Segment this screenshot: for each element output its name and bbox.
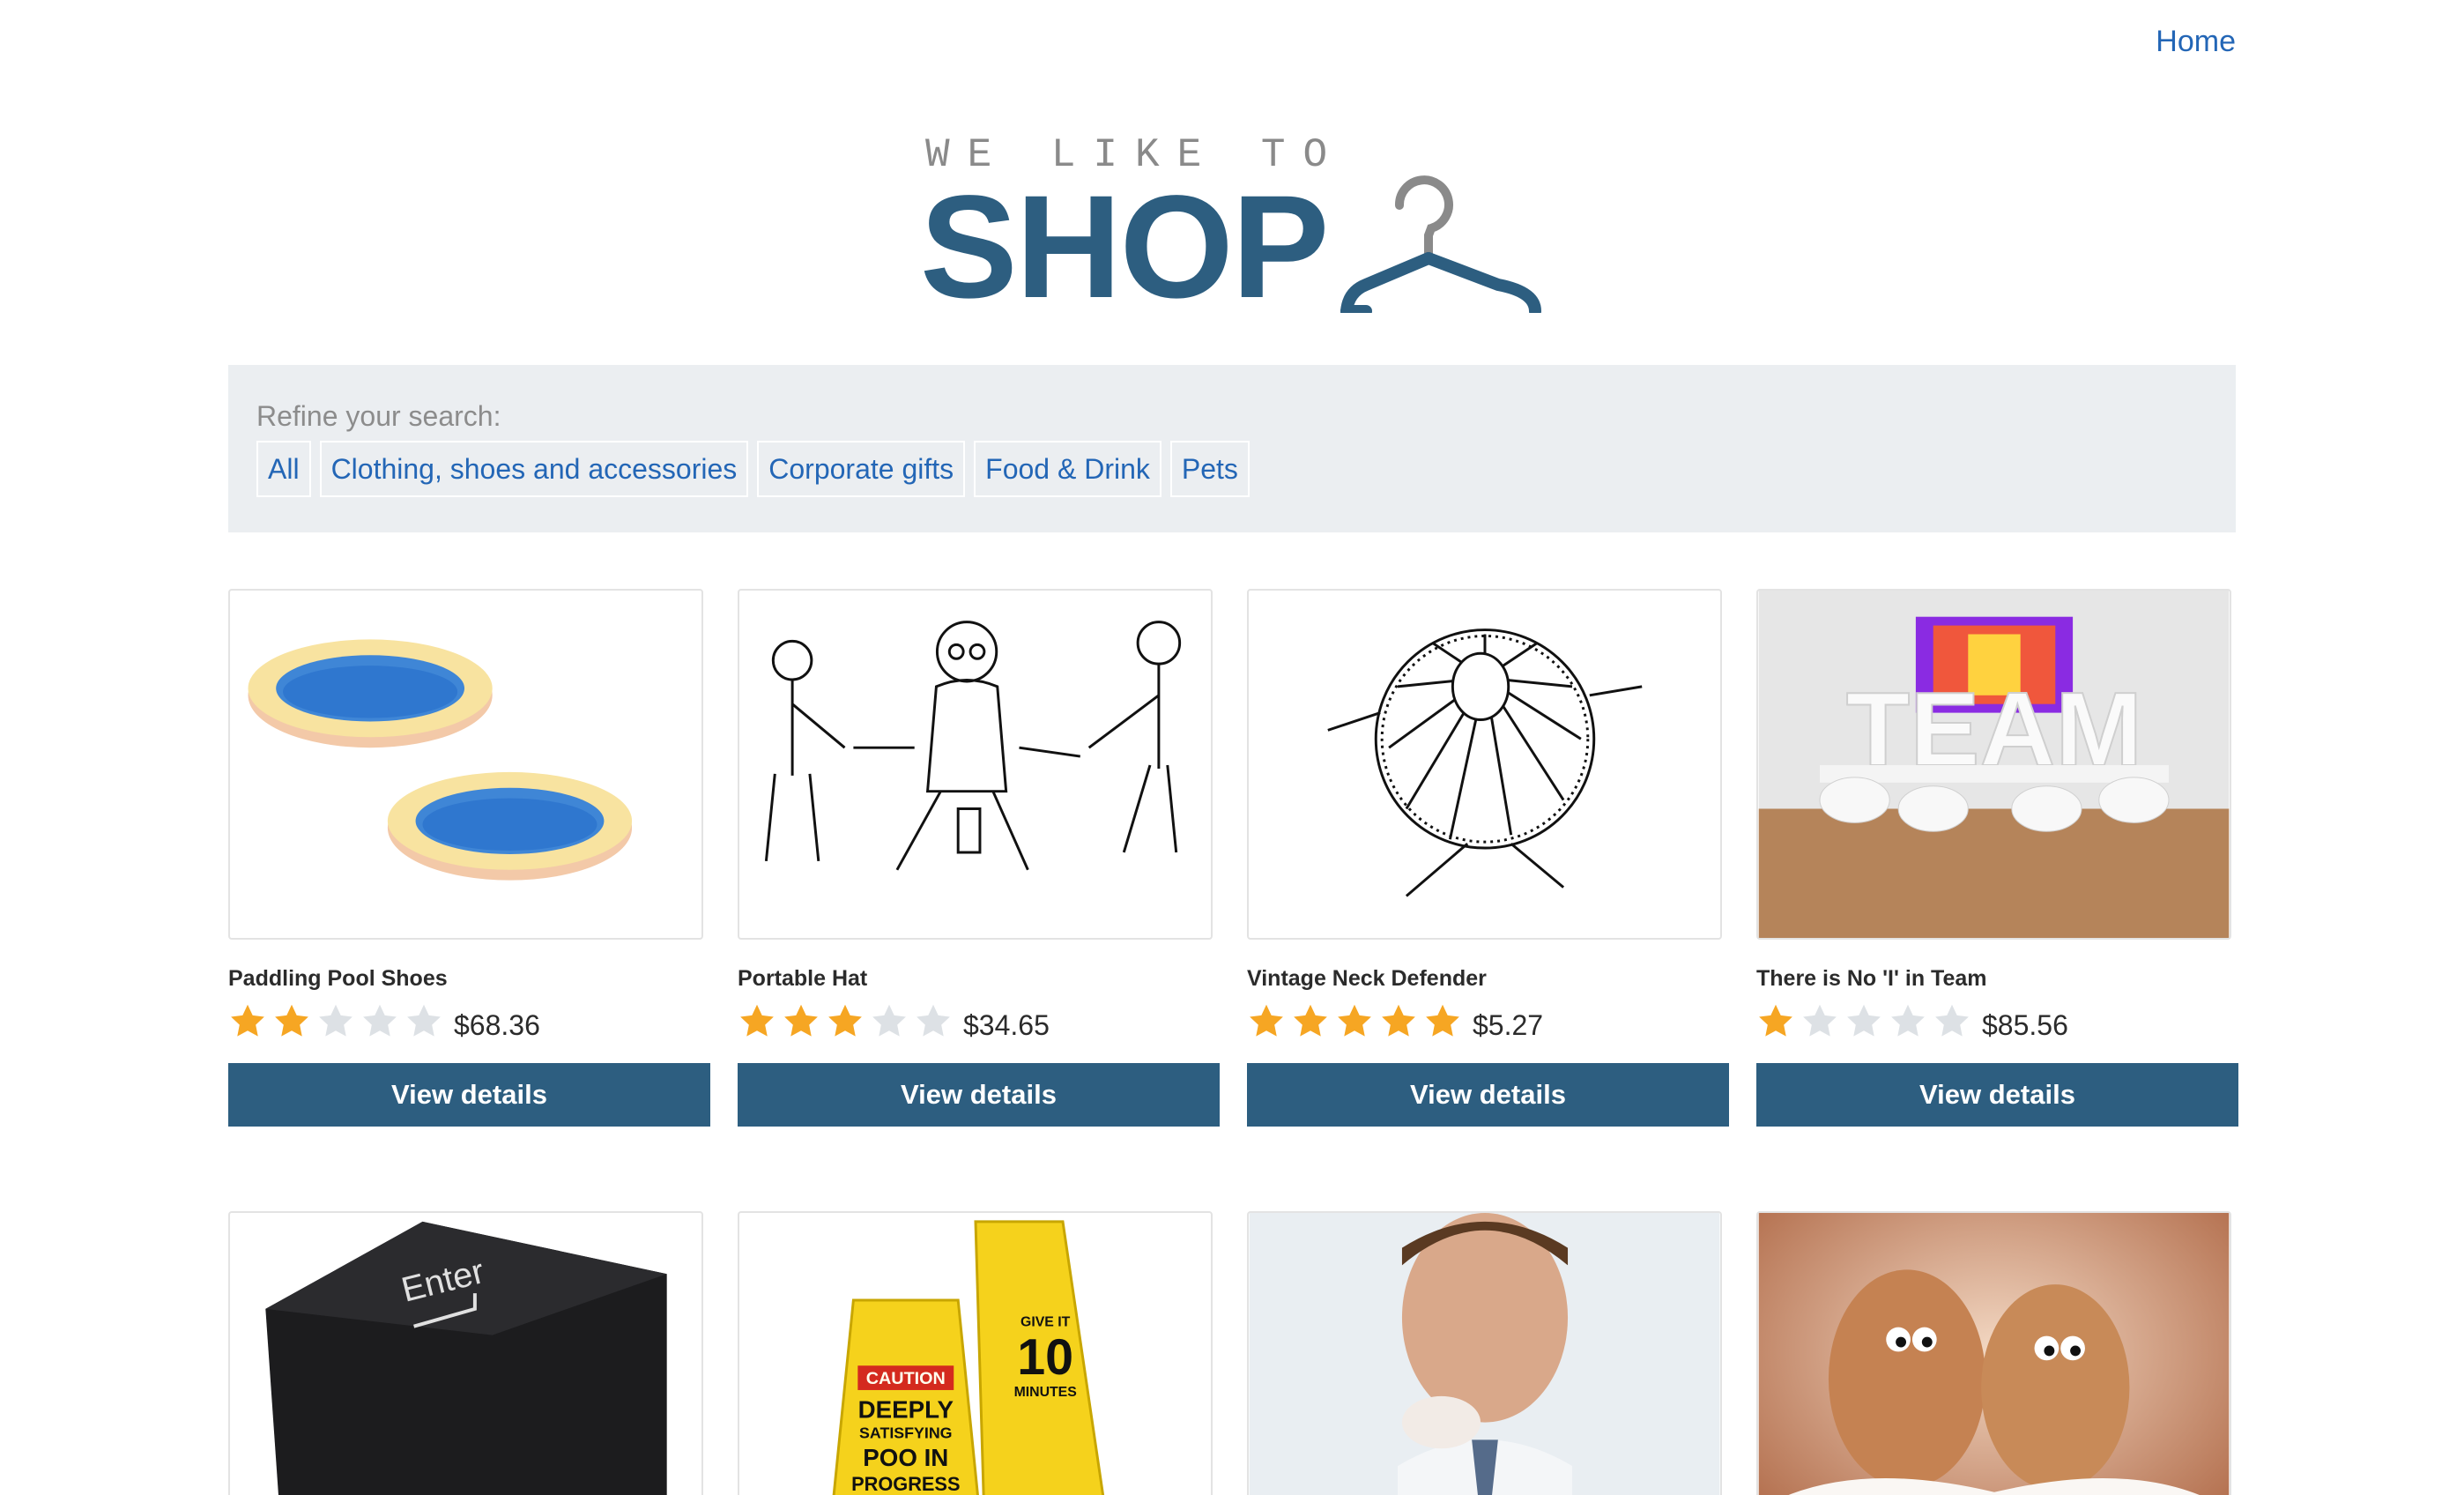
star-rating [1247,1002,1462,1041]
product-card [1247,1211,1729,1495]
product-image[interactable] [1756,1211,2231,1495]
product-title[interactable]: Vintage Neck Defender [1247,966,1729,993]
product-meta: $85.56 [1756,1001,2238,1042]
product-meta: $34.65 [738,1001,1220,1042]
product-meta: $68.36 [228,1001,710,1042]
star-empty-icon [870,1002,909,1041]
man-eating-image [1249,1213,1720,1495]
product-card: Vintage Neck Defender $5.27 View details [1247,589,1729,1127]
star-filled-icon [272,1002,311,1041]
filter-corporate-gifts[interactable]: Corporate gifts [757,441,966,497]
filter-bar: Refine your search: All Clothing, shoes … [228,365,2236,532]
caution-sign-line-2: SATISFYING [859,1424,952,1441]
hanger-icon [1340,175,1541,313]
star-filled-icon [1423,1002,1462,1041]
product-meta: $5.27 [1247,1001,1729,1042]
product-image[interactable] [228,589,703,940]
product-card [1756,1211,2238,1495]
enter-key-pillow-image: Enter [265,1221,667,1495]
product-card: CAUTION DEEPLY SATISFYING POO IN PROGRES… [738,1211,1220,1495]
star-rating [1756,1002,1971,1041]
logo-word: SHOP [920,166,1329,329]
caution-sign-line-3: POO IN [863,1444,948,1471]
second-sign-line-2: MINUTES [1014,1385,1077,1400]
star-filled-icon [738,1002,776,1041]
star-empty-icon [360,1002,399,1041]
star-rating [228,1002,443,1041]
product-card: TEAM There is No 'I' in Team $85.56 View… [1756,589,2238,1127]
star-filled-icon [1291,1002,1330,1041]
star-empty-icon [1933,1002,1971,1041]
page: Home WE LIKE TO SHOP Refine your search:… [0,0,2464,1495]
second-sign-number: 10 [1017,1329,1073,1386]
view-details-button[interactable]: View details [228,1063,710,1127]
nav-home-link[interactable]: Home [2156,25,2236,59]
paddling-pool-image [248,639,633,881]
star-empty-icon [404,1002,443,1041]
product-title[interactable]: Portable Hat [738,966,1220,993]
star-empty-icon [1844,1002,1883,1041]
filter-label: Refine your search: [256,400,501,432]
caution-sign-heading: CAUTION [866,1369,946,1388]
view-details-button[interactable]: View details [738,1063,1220,1127]
product-image[interactable]: Enter [228,1211,703,1495]
star-empty-icon [1889,1002,1927,1041]
view-details-button[interactable]: View details [1756,1063,2238,1127]
star-filled-icon [228,1002,267,1041]
caution-sign-line-4: PROGRESS [851,1473,960,1495]
star-filled-icon [1335,1002,1374,1041]
product-image[interactable] [738,589,1213,940]
eggs-image [1758,1213,2230,1495]
star-filled-icon [1379,1002,1418,1041]
product-card: Portable Hat $34.65 View details [738,589,1220,1127]
product-card: Paddling Pool Shoes $68.36 View details [228,589,710,1127]
star-filled-icon [1756,1002,1795,1041]
product-image[interactable] [1247,1211,1722,1495]
product-title[interactable]: Paddling Pool Shoes [228,966,710,993]
site-logo[interactable]: WE LIKE TO SHOP [917,123,1569,321]
product-price: $34.65 [963,1008,1050,1041]
product-card: Enter [228,1211,710,1495]
second-sign-line-1: GIVE IT [1020,1315,1071,1330]
product-price: $5.27 [1473,1008,1544,1041]
product-grid: Paddling Pool Shoes $68.36 View details [228,589,2238,1495]
caution-signs-image: CAUTION DEEPLY SATISFYING POO IN PROGRES… [832,1220,1105,1495]
caution-sign-line-1: DEEPLY [858,1396,954,1424]
star-empty-icon [1800,1002,1839,1041]
star-empty-icon [914,1002,953,1041]
product-price: $68.36 [454,1008,540,1041]
star-filled-icon [826,1002,865,1041]
ruff-collar-sketch-image [1327,628,1643,897]
cartoon-sketch-image [764,621,1182,871]
filter-pets[interactable]: Pets [1169,441,1250,497]
filter-all[interactable]: All [256,441,311,497]
product-title[interactable]: There is No 'I' in Team [1756,966,2238,993]
star-rating [738,1002,953,1041]
filter-food-drink[interactable]: Food & Drink [974,441,1161,497]
filter-clothing[interactable]: Clothing, shoes and accessories [319,441,749,497]
star-filled-icon [782,1002,820,1041]
filter-list: All Clothing, shoes and accessories Corp… [256,441,1250,497]
product-image[interactable] [1247,589,1722,940]
star-filled-icon [1247,1002,1286,1041]
product-image[interactable]: TEAM [1756,589,2231,940]
product-price: $85.56 [1982,1008,2068,1041]
view-details-button[interactable]: View details [1247,1063,1729,1127]
product-image[interactable]: CAUTION DEEPLY SATISFYING POO IN PROGRES… [738,1211,1213,1495]
star-empty-icon [316,1002,355,1041]
team-letters-image: TEAM [1758,591,2230,938]
